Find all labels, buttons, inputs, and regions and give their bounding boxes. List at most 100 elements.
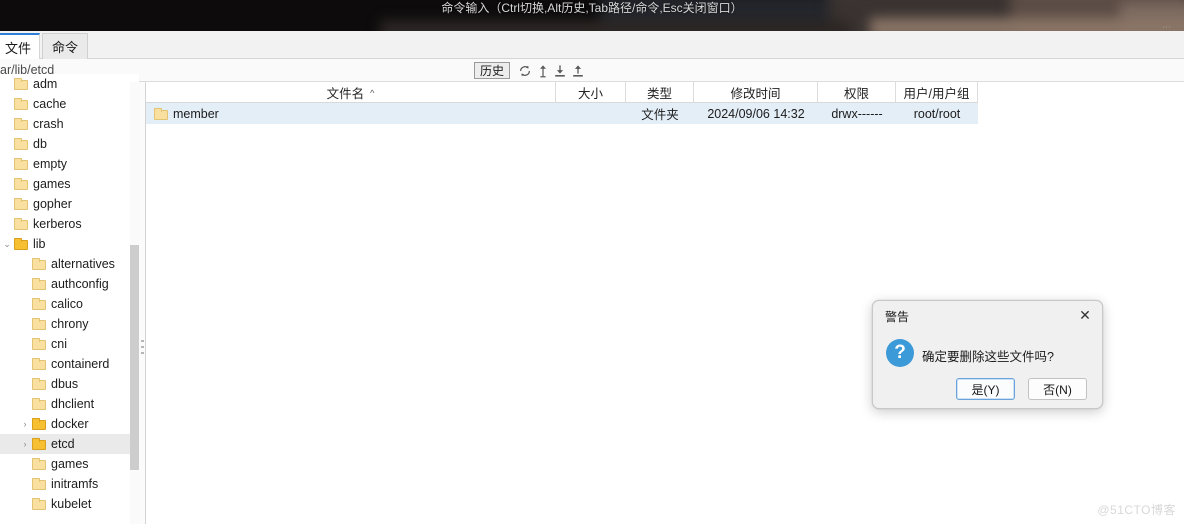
column-header-permissions-label: 权限 [843,87,869,101]
column-header-type[interactable]: 类型 [626,82,694,103]
column-header-filename-label: 文件名 [326,87,365,101]
history-button[interactable]: 历史 [474,62,511,79]
tree-item-authconfig[interactable]: authconfig [0,274,139,294]
question-mark-icon: ? [886,339,914,367]
cell-type: 文件夹 [641,108,679,122]
command-input-tooltip: 命令输入（Ctrl切换,Alt历史,Tab路径/命令,Esc关闭窗口） [441,1,743,15]
tree-item-dbus[interactable]: dbus [0,374,139,394]
folder-icon [32,258,46,270]
column-header-permissions[interactable]: 权限 [818,82,896,103]
folder-icon [14,158,28,170]
tree-item-dhclient[interactable]: dhclient [0,394,139,414]
download-icon[interactable] [551,62,568,79]
tree-item-etcd[interactable]: › etcd [0,434,139,454]
column-header-owner-label: 用户/用户组 [903,87,970,101]
folder-icon [32,338,46,350]
tree-item-adm[interactable]: adm [0,74,139,94]
resize-grip-icon[interactable]: ⋯ [1162,22,1172,31]
column-header-size-label: 大小 [577,87,603,101]
tree-item-label: authconfig [51,277,109,291]
cell-permissions: drwx------ [831,106,883,121]
tree-item-label: alternatives [51,257,115,271]
tree-item-label: games [51,457,89,471]
splitter-grip-icon[interactable] [141,340,144,354]
folder-icon [154,107,168,120]
tree-item-label: crash [33,117,64,131]
history-button-label: 历史 [480,64,505,78]
tree-item-kubelet[interactable]: kubelet [0,494,139,514]
tree-item-kerberos[interactable]: kerberos [0,214,139,234]
tree-item-label: dhclient [51,397,95,411]
folder-icon [14,238,28,250]
folder-icon [32,378,46,390]
tree-item-alternatives[interactable]: alternatives [0,254,139,274]
column-header-owner[interactable]: 用户/用户组 [896,82,978,103]
tree-item-label: db [33,137,47,151]
cell-size [556,103,626,124]
tree-item-label: lib [33,237,46,251]
column-header-mtime[interactable]: 修改时间 [694,82,818,103]
tree-item-empty[interactable]: empty [0,154,139,174]
tree-item-cni[interactable]: cni [0,334,139,354]
no-button[interactable]: 否(N) [1028,378,1087,400]
tree-item-label: initramfs [51,477,99,491]
tab-files[interactable]: 文件 [0,33,40,60]
folder-icon [32,278,46,290]
chevron-icon[interactable]: › [18,419,32,429]
tree-item-containerd[interactable]: containerd [0,354,139,374]
watermark: @51CTO博客 [1097,503,1176,517]
column-header-mtime-label: 修改时间 [730,87,781,101]
tree-item-db[interactable]: db [0,134,139,154]
video-background-band: 命令输入（Ctrl切换,Alt历史,Tab路径/命令,Esc关闭窗口） ⋯ [0,0,1184,31]
folder-icon [14,78,28,90]
chevron-icon[interactable]: ⌄ [0,239,14,250]
tree-item-label: gopher [33,197,72,211]
folder-icon [14,198,28,210]
folder-icon [32,358,46,370]
yes-button[interactable]: 是(Y) [956,378,1015,400]
tree-item-label: kerberos [33,217,82,231]
video-blob [870,18,1184,31]
table-row[interactable]: member 文件夹 2024/09/06 14:32 drwx------ r… [146,103,978,124]
folder-icon [14,178,28,190]
column-header-filename[interactable]: 文件名 ^ [146,82,556,103]
tree-item-chrony[interactable]: chrony [0,314,139,334]
delete-confirmation-dialog: 警告 ✕ ? 确定要删除这些文件吗? 是(Y) 否(N) [872,300,1103,409]
directory-tree[interactable]: adm cache crash db empty games gopher kerberos ⌄… [0,74,139,516]
upload-icon[interactable] [569,62,586,79]
folder-icon [32,498,46,510]
folder-icon [32,458,46,470]
tree-item-logrotate[interactable]: logrotate [0,514,139,516]
chevron-icon[interactable]: › [18,439,32,449]
folder-icon [32,418,46,430]
file-list-header: 文件名 ^ 大小 类型 修改时间 权限 用户/用户组 [146,82,978,103]
up-level-icon[interactable] [534,62,551,79]
dialog-title: 警告 [885,310,910,324]
pane-splitter[interactable] [139,82,146,524]
tree-item-games[interactable]: games [0,454,139,474]
tree-item-lib[interactable]: ⌄ lib [0,234,139,254]
tree-item-crash[interactable]: crash [0,114,139,134]
tree-item-initramfs[interactable]: initramfs [0,474,139,494]
tree-item-cache[interactable]: cache [0,94,139,114]
tree-item-label: calico [51,297,83,311]
tree-item-label: games [33,177,71,191]
column-header-size[interactable]: 大小 [556,82,626,103]
tree-item-games[interactable]: games [0,174,139,194]
column-header-type-label: 类型 [646,87,672,101]
tab-files-label: 文件 [4,41,31,56]
folder-icon [14,138,28,150]
sidebar-scrollbar-thumb[interactable] [130,245,139,470]
dialog-message: 确定要删除这些文件吗? [922,350,1054,364]
cell-filename-label: member [173,106,219,121]
folder-icon [14,218,28,230]
tab-commands[interactable]: 命令 [42,33,88,60]
tree-item-gopher[interactable]: gopher [0,194,139,214]
cell-owner: root/root [913,106,961,121]
close-icon[interactable]: ✕ [1074,305,1096,325]
refresh-icon[interactable] [516,62,533,79]
cell-filename[interactable]: member [146,103,556,124]
tree-item-calico[interactable]: calico [0,294,139,314]
tree-item-docker[interactable]: › docker [0,414,139,434]
tab-commands-label: 命令 [51,40,78,55]
